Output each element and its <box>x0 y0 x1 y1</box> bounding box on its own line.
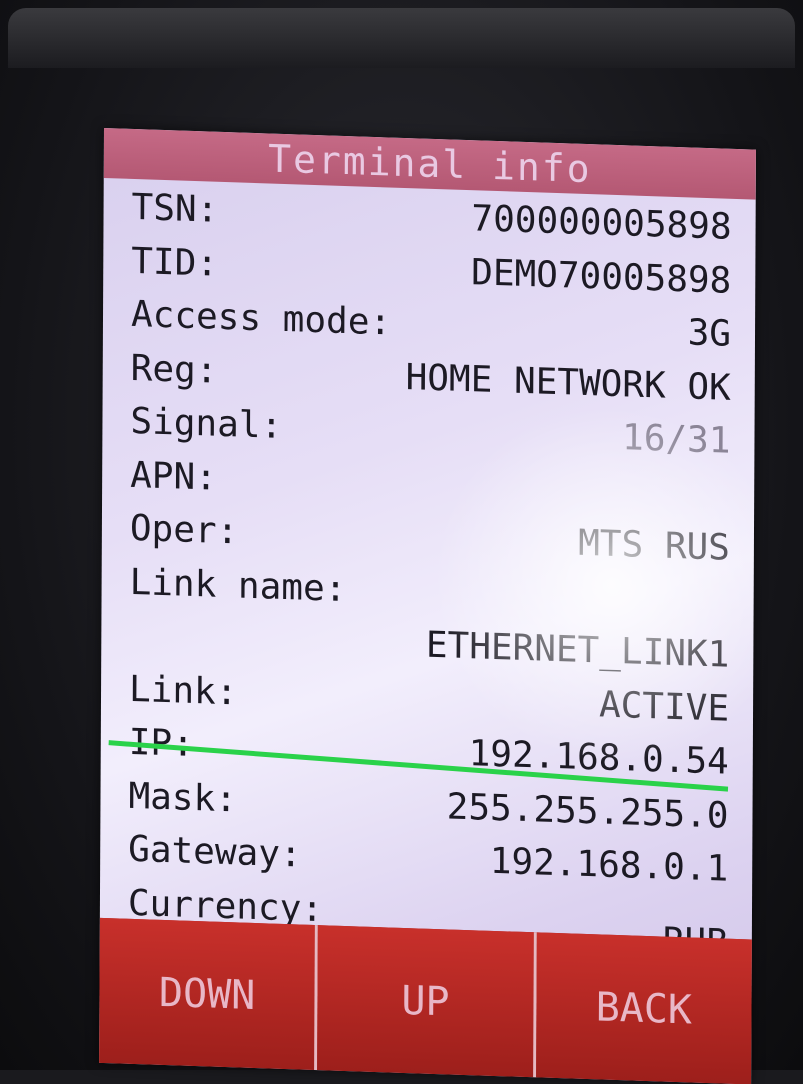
link-value: ACTIVE <box>598 683 730 730</box>
signal-label: Signal: <box>130 400 283 447</box>
tsn-label: TSN: <box>131 186 219 231</box>
up-button[interactable]: UP <box>317 925 537 1078</box>
back-button[interactable]: BACK <box>535 932 752 1084</box>
tid-value: DEMO70005898 <box>471 251 732 302</box>
mask-value: 255.255.255.0 <box>446 785 729 837</box>
down-button[interactable]: DOWN <box>99 917 319 1071</box>
tid-label: TID: <box>131 240 219 285</box>
oper-label: Oper: <box>129 507 239 553</box>
access-mode-label: Access mode: <box>130 293 392 344</box>
gateway-label: Gateway: <box>128 828 302 876</box>
link-label: Link: <box>128 668 238 713</box>
access-mode-value: 3G <box>687 312 732 355</box>
mask-label: Mask: <box>128 775 237 820</box>
link-name-value: ETHERNET_LINK1 <box>425 624 730 676</box>
reg-label: Reg: <box>130 347 218 392</box>
signal-value: 16/31 <box>621 417 731 462</box>
terminal-bezel <box>8 8 795 68</box>
oper-value: MTS RUS <box>578 522 731 569</box>
terminal-screen: Terminal info TSN: 700000005898 TID: DEM… <box>99 128 756 1084</box>
link-name-label: Link name: <box>129 561 347 610</box>
payment-terminal: Terminal info TSN: 700000005898 TID: DEM… <box>0 0 803 1084</box>
tsn-value: 700000005898 <box>471 198 732 248</box>
info-list: TSN: 700000005898 TID: DEMO70005898 Acce… <box>100 180 756 963</box>
gateway-value: 192.168.0.1 <box>489 840 729 890</box>
apn-label: APN: <box>130 454 217 499</box>
softkey-bar: DOWN UP BACK <box>99 917 752 1084</box>
